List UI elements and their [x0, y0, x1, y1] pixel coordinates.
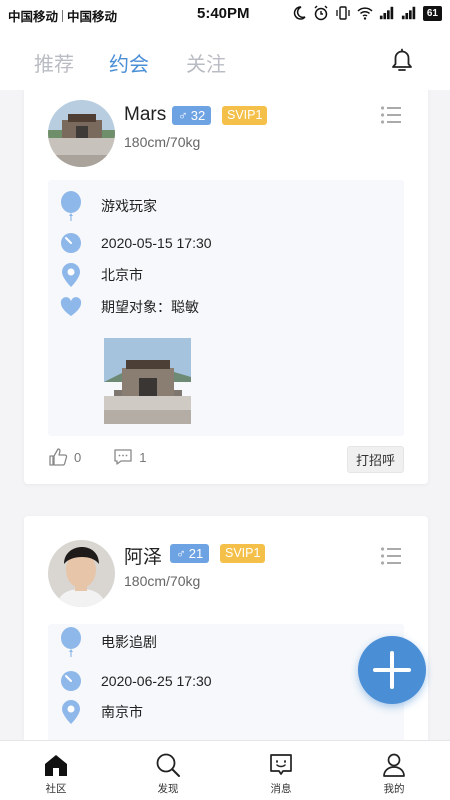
- like-button[interactable]: 0: [48, 447, 81, 467]
- date-info-panel: 游戏玩家 2020-05-15 17:30 北京市 期望对象：聪敏: [48, 180, 404, 436]
- nav-community[interactable]: 社区: [26, 751, 86, 796]
- male-icon: ♂: [178, 108, 188, 123]
- age: 21: [188, 546, 204, 561]
- thumbs-up-icon: [49, 448, 68, 466]
- home-icon: [45, 755, 67, 776]
- nav-messages[interactable]: 消息: [251, 751, 311, 796]
- date-info-panel: 电影追剧 2020-06-25 17:30 南京市: [48, 624, 404, 740]
- nav-mine[interactable]: 我的: [364, 751, 424, 796]
- time-row: 2020-05-15 17:30: [60, 231, 212, 255]
- moon-icon: [293, 6, 306, 20]
- bell-icon[interactable]: [387, 45, 417, 75]
- activity-text: 电影追剧: [101, 634, 157, 650]
- user-icon: [383, 753, 405, 777]
- nav-discover[interactable]: 发现: [138, 751, 198, 796]
- location-pin-icon: [60, 263, 82, 287]
- nav-label: 发现: [157, 783, 179, 795]
- like-count: 0: [74, 449, 82, 465]
- avatar[interactable]: [48, 540, 115, 607]
- heart-icon: [60, 295, 82, 319]
- wifi-icon: [357, 7, 373, 20]
- status-bar: 中国移动 中国移动 5:40PM 61: [0, 0, 450, 28]
- plus-icon: [373, 651, 411, 689]
- avatar[interactable]: [48, 100, 115, 167]
- vip-badge: SVIP1: [220, 544, 266, 563]
- list-menu-icon[interactable]: [380, 105, 402, 125]
- battery-icon: 61: [422, 5, 442, 21]
- clock: 5:40PM: [197, 5, 250, 22]
- add-post-button[interactable]: [358, 636, 426, 704]
- carrier-2: 中国移动: [67, 10, 118, 24]
- height-weight: 180cm/70kg: [124, 573, 201, 589]
- date-time: 2020-05-15 17:30: [101, 235, 212, 251]
- location-row: 南京市: [60, 700, 143, 724]
- activity-row: 游戏玩家: [60, 191, 157, 221]
- male-icon: ♂: [176, 546, 186, 561]
- balloon-icon: [60, 627, 82, 657]
- post-photo[interactable]: [104, 338, 191, 424]
- greet-button[interactable]: 打招呼: [346, 446, 404, 473]
- search-icon: [156, 753, 180, 777]
- carrier-1: 中国移动: [8, 10, 59, 24]
- nav-label: 消息: [270, 783, 292, 795]
- tab-dating[interactable]: 约会: [109, 48, 149, 77]
- time-row: 2020-06-25 17:30: [60, 669, 212, 693]
- location-pin-icon: [60, 700, 82, 724]
- city: 北京市: [101, 267, 143, 283]
- status-icons: 61: [291, 5, 442, 21]
- post-actions: 0 1 打招呼: [48, 446, 404, 473]
- user-name: 阿泽: [124, 547, 163, 568]
- top-nav: 推荐 约会 关注: [0, 28, 450, 90]
- clock-icon: [60, 231, 82, 255]
- vip-badge: SVIP1: [222, 106, 268, 125]
- activity-text: 游戏玩家: [101, 198, 157, 214]
- nav-label: 我的: [383, 783, 405, 795]
- tab-following[interactable]: 关注: [186, 48, 226, 77]
- gender-age-badge: ♂ 21: [170, 544, 210, 563]
- list-menu-icon[interactable]: [380, 546, 402, 566]
- message-icon: [270, 754, 292, 775]
- tab-recommend[interactable]: 推荐: [34, 48, 74, 77]
- date-time: 2020-06-25 17:30: [101, 673, 212, 689]
- preference-row: 期望对象：聪敏: [60, 295, 199, 319]
- balloon-icon: [60, 191, 82, 221]
- height-weight: 180cm/70kg: [124, 134, 201, 150]
- signal-icon: [379, 6, 394, 20]
- post-card[interactable]: 阿泽 ♂ 21 SVIP1 180cm/70kg 电影追剧 2020-06-25…: [24, 516, 428, 740]
- activity-row: 电影追剧: [60, 627, 157, 657]
- location-row: 北京市: [60, 263, 143, 287]
- comment-count: 1: [139, 449, 147, 465]
- alarm-icon: [314, 5, 328, 21]
- gender-age-badge: ♂ 32: [172, 106, 212, 125]
- user-name: Mars: [124, 104, 167, 125]
- nav-label: 社区: [45, 783, 67, 795]
- clock-icon: [60, 669, 82, 693]
- signal-icon: [401, 6, 416, 20]
- preference-text: 期望对象：聪敏: [101, 299, 199, 315]
- age: 32: [190, 108, 206, 123]
- comment-button[interactable]: 1: [113, 447, 146, 467]
- vibrate-icon: [336, 6, 350, 20]
- carrier-info: 中国移动 中国移动: [8, 6, 117, 25]
- post-card[interactable]: Mars ♂ 32 SVIP1 180cm/70kg 游戏玩家 2020-05-…: [24, 90, 428, 484]
- comment-icon: [114, 449, 132, 465]
- bottom-nav: 社区 发现 消息 我的: [0, 740, 450, 800]
- city: 南京市: [101, 704, 143, 720]
